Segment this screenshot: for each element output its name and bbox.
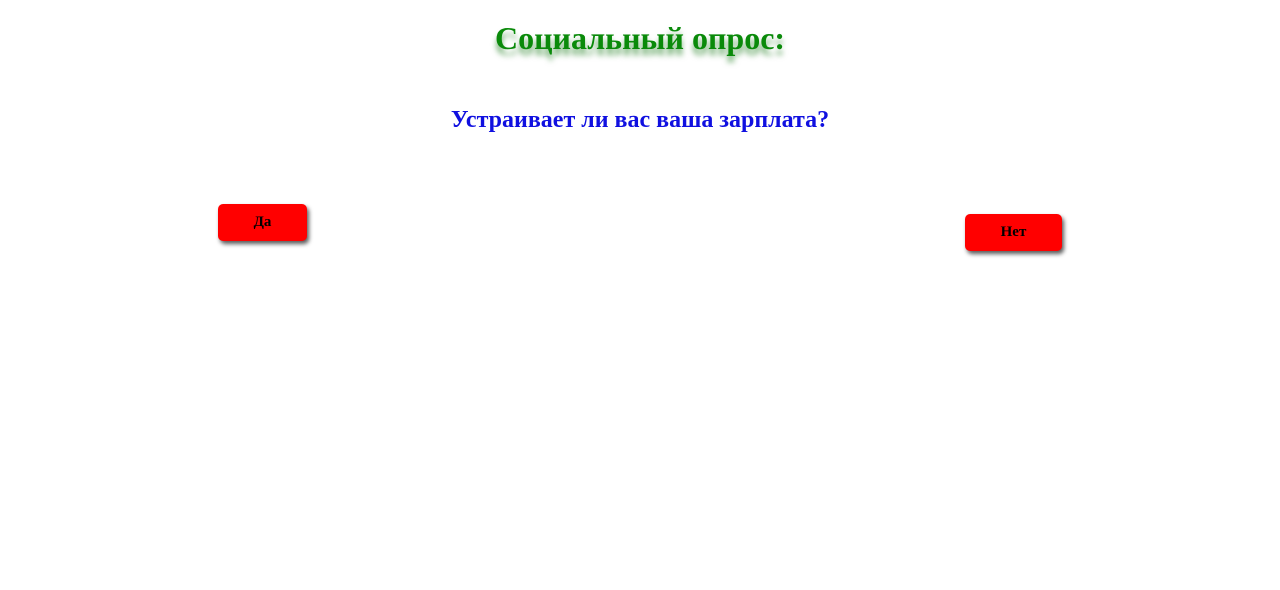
page-title: Социальный опрос: — [494, 20, 786, 56]
survey-question: Устраивает ли вас ваша зарплата? — [450, 107, 830, 133]
yes-button[interactable]: Да — [218, 204, 307, 241]
no-button[interactable]: Нет — [965, 214, 1062, 251]
